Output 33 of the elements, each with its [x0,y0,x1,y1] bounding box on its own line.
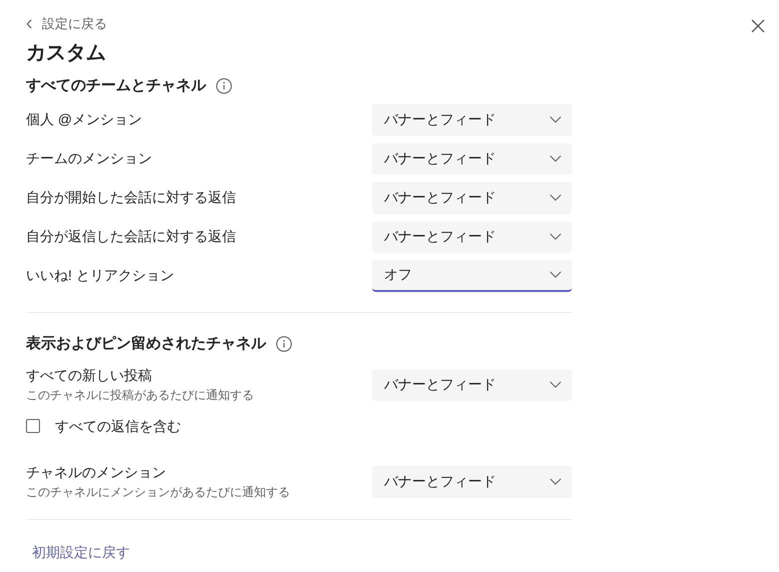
setting-label: 自分が開始した会話に対する返信 [26,188,236,207]
info-icon[interactable] [216,78,232,94]
notification-dropdown[interactable]: オフ [372,260,572,292]
section-heading: すべてのチームとチャネル [26,76,206,96]
setting-label: いいね! とリアクション [26,266,174,285]
notification-dropdown[interactable]: バナーとフィード [372,182,572,214]
setting-label: チャネルのメンション [26,463,167,482]
checkbox-label: すべての返信を含む [55,416,181,436]
section-heading: 表示およびピン留めされたチャネル [26,334,266,354]
notification-dropdown[interactable]: バナーとフィード [372,104,572,136]
notification-dropdown[interactable]: バナーとフィード [372,142,572,174]
setting-label: チームのメンション [26,149,152,168]
reset-link[interactable]: 初期設定に戻す [32,542,130,563]
setting-description: このチャネルに投稿があるたびに通知する [26,387,254,404]
page-title: カスタム [26,41,107,66]
setting-label: 個人 @メンション [26,110,142,129]
notification-dropdown[interactable]: バナーとフィード [372,368,572,400]
setting-label: 自分が返信した会話に対する返信 [26,227,236,246]
chevron-down-icon [549,381,562,388]
notification-dropdown[interactable]: バナーとフィード [372,220,572,252]
setting-label: すべての新しい投稿 [26,366,153,385]
chevron-down-icon [549,271,562,278]
checkbox[interactable] [26,419,40,433]
notification-dropdown[interactable]: バナーとフィード [372,466,572,498]
back-link[interactable]: 設定に戻る [26,15,572,33]
chevron-down-icon [549,194,562,201]
chevron-left-icon [26,19,33,29]
chevron-down-icon [549,155,562,162]
info-icon[interactable] [276,336,292,352]
chevron-down-icon [549,233,562,240]
setting-description: このチャネルにメンションがあるたびに通知する [26,484,290,501]
chevron-down-icon [549,478,562,485]
chevron-down-icon [549,116,562,123]
